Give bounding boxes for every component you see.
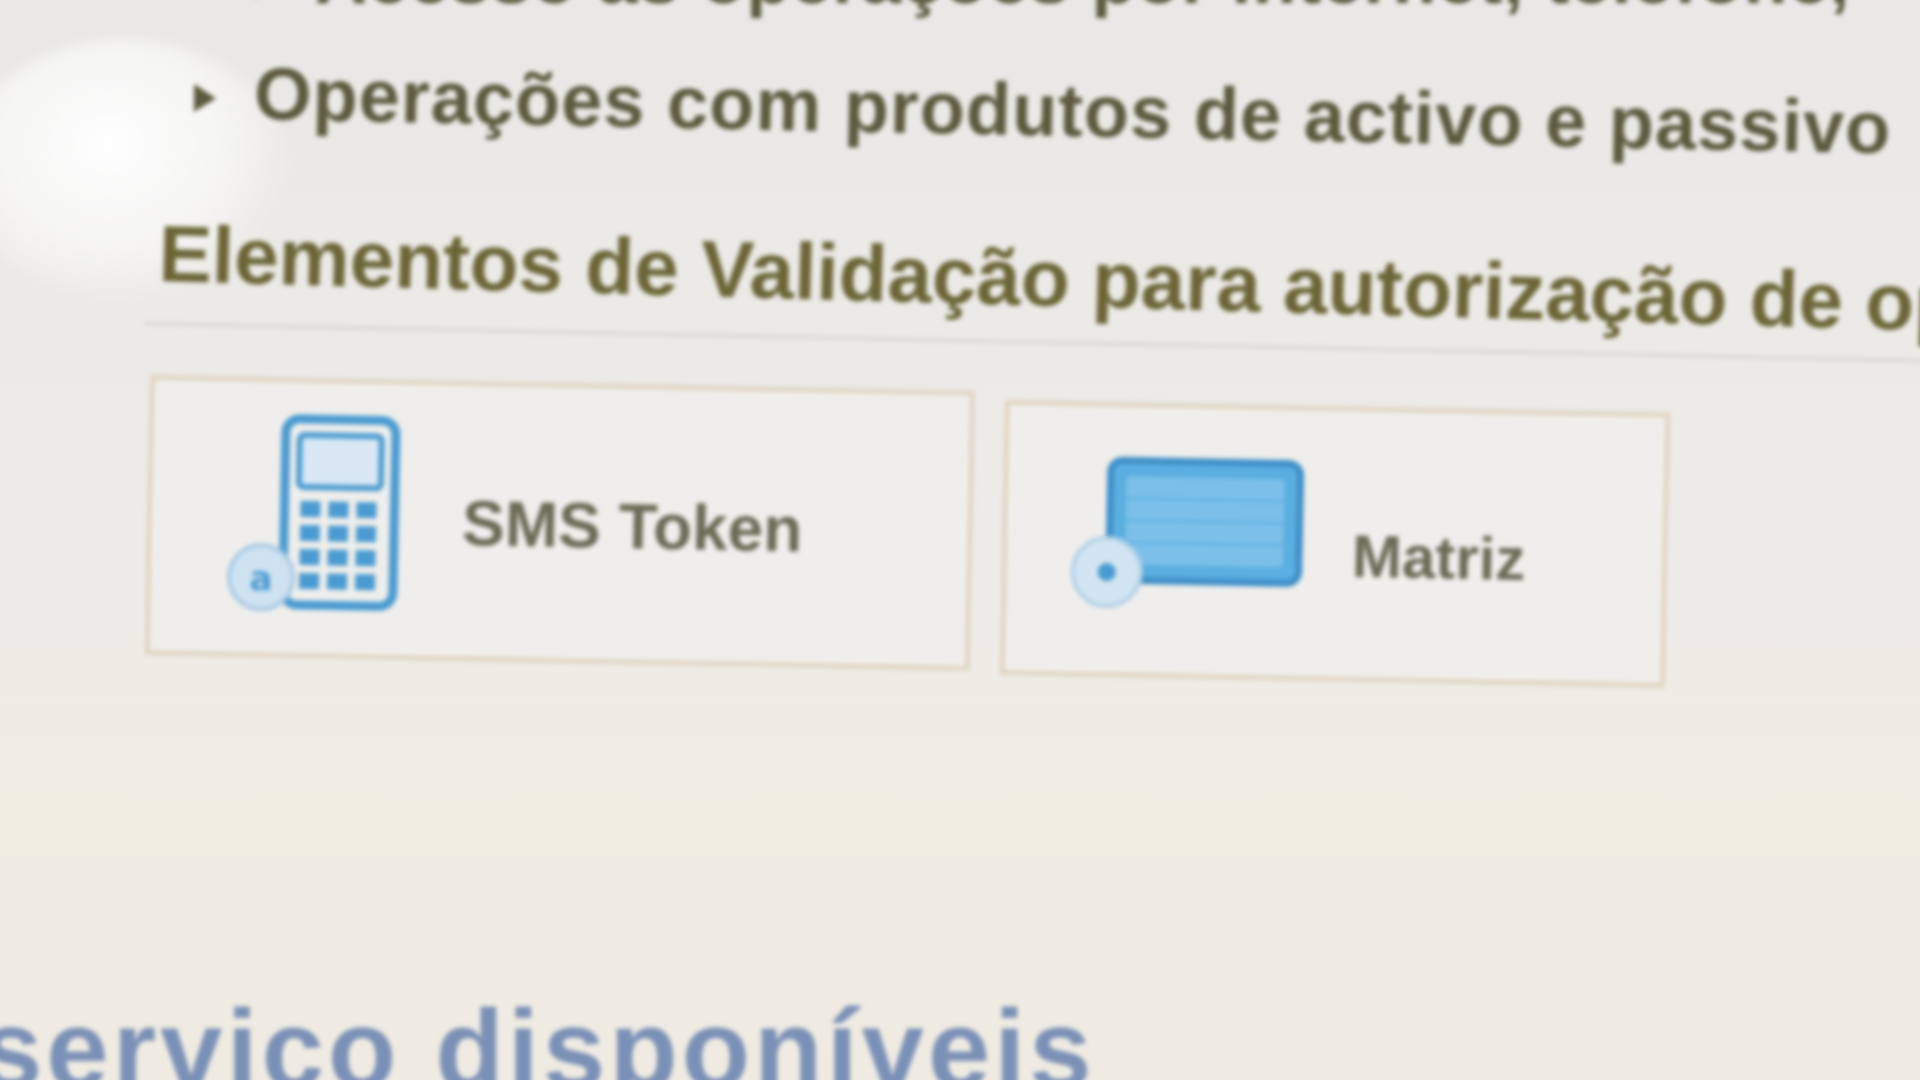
available-services-heading: serviço disponíveis bbox=[0, 987, 1096, 1080]
svg-text:a: a bbox=[249, 559, 273, 599]
bullet-item-products: Operações com produtos de activo e passi… bbox=[193, 50, 1892, 171]
photo-of-screen: Acesso às operações por internet, telefo… bbox=[0, 0, 1920, 1080]
matrix-card-icon bbox=[1070, 456, 1305, 608]
matrix-option[interactable]: Matriz bbox=[999, 400, 1670, 688]
bullet-item-channels: Acesso às operações por internet, telefo… bbox=[255, 0, 1851, 20]
sms-token-option[interactable]: a SMS Token bbox=[144, 375, 975, 671]
matrix-label: Matriz bbox=[1351, 522, 1527, 594]
bullet-arrow-icon bbox=[193, 84, 217, 113]
mobile-phone-icon: a bbox=[227, 414, 401, 612]
sms-token-label: SMS Token bbox=[461, 487, 804, 566]
bullet-text: Acesso às operações por internet, telefo… bbox=[315, 0, 1851, 19]
bullet-text: Operações com produtos de activo e passi… bbox=[253, 52, 1893, 170]
